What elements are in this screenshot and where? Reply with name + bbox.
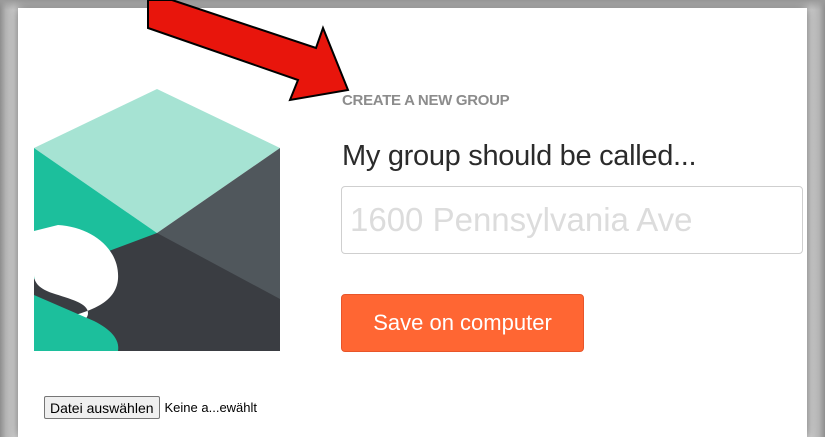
file-picker: Datei auswählen Keine a...ewählt (44, 396, 257, 419)
splitwise-logo-icon (34, 89, 280, 351)
save-on-computer-button[interactable]: Save on computer (341, 294, 584, 352)
group-name-label: My group should be called... (342, 140, 697, 172)
file-status-text: Keine a...ewählt (164, 400, 258, 415)
create-group-heading: CREATE A NEW GROUP (342, 92, 510, 109)
choose-file-button[interactable]: Datei auswählen (44, 396, 160, 419)
group-name-input[interactable] (341, 186, 803, 254)
